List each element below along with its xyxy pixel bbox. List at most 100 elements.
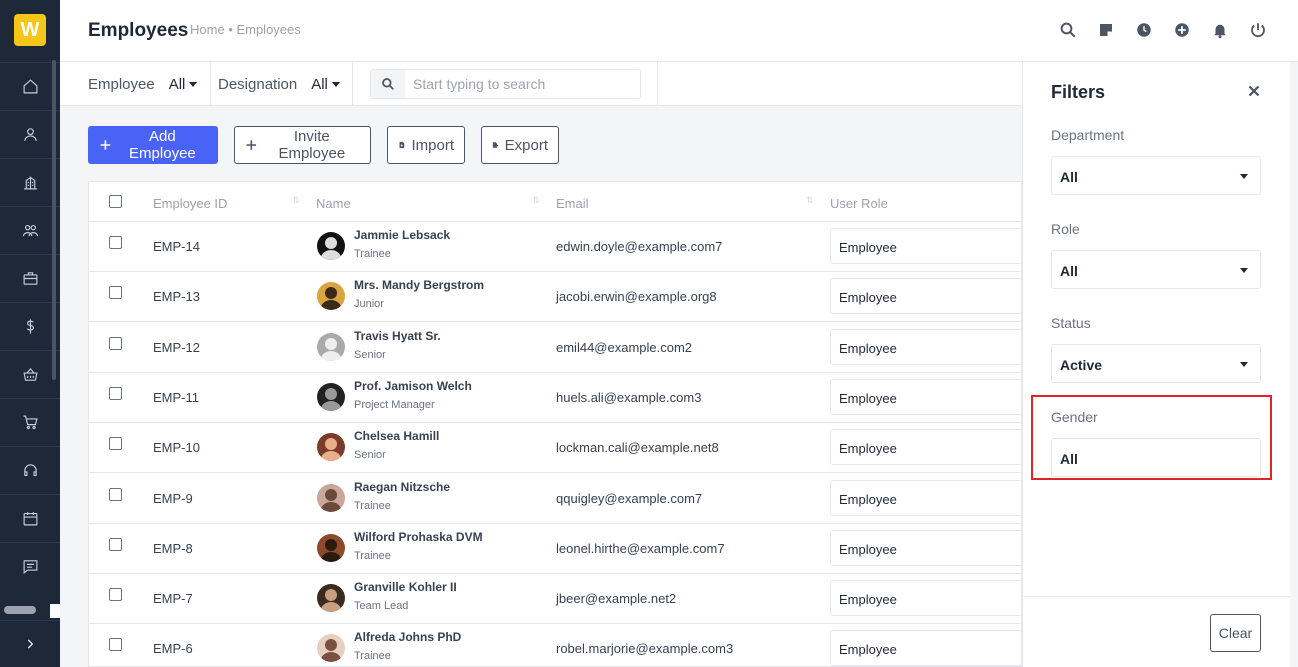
sort-icon[interactable]: ⇅: [292, 195, 300, 206]
sidebar-item-calendar[interactable]: [0, 494, 60, 542]
row-checkbox[interactable]: [109, 588, 122, 602]
sidebar-item-profile[interactable]: [0, 110, 60, 158]
row-checkbox[interactable]: [109, 286, 122, 300]
table-row[interactable]: EMP-8 Wilford Prohaska DVM Trainee leonel.h…: [89, 524, 1021, 574]
row-checkbox[interactable]: [109, 437, 122, 451]
column-header-employee-id[interactable]: Employee ID: [153, 196, 227, 211]
close-icon[interactable]: [1245, 82, 1263, 100]
row-checkbox[interactable]: [109, 386, 122, 400]
row-checkbox[interactable]: [109, 487, 122, 501]
employee-name[interactable]: Prof. Jamison Welch: [354, 379, 472, 393]
table-row[interactable]: EMP-6 Alfreda Johns PhD Trainee robel.marjo…: [89, 624, 1021, 666]
sidebar-item-employees[interactable]: [0, 206, 60, 254]
sidebar-horizontal-scrollbar[interactable]: [4, 606, 36, 614]
employee-filter[interactable]: Employee All: [88, 62, 198, 106]
sidebar-item-finance[interactable]: [0, 302, 60, 350]
user-role-select[interactable]: Employee: [830, 228, 1021, 264]
cart-icon: [22, 415, 38, 430]
sidebar-item-projects[interactable]: [0, 254, 60, 302]
sort-icon[interactable]: ⇅: [532, 195, 540, 206]
employee-name[interactable]: Wilford Prohaska DVM: [354, 530, 483, 544]
header-notifications-button[interactable]: [1210, 20, 1230, 40]
status-label: Status: [1051, 315, 1091, 331]
user-role-select[interactable]: Employee: [830, 278, 1021, 315]
row-checkbox[interactable]: [109, 638, 122, 652]
user-role-select[interactable]: Employee: [830, 529, 1021, 566]
chevron-down-icon: [1240, 174, 1248, 179]
employee-designation: Junior: [354, 298, 384, 311]
user-role-select[interactable]: Employee: [830, 429, 1021, 466]
sidebar-item-orders[interactable]: [0, 350, 60, 398]
calendar-icon: [23, 512, 37, 526]
power-icon: [1251, 23, 1265, 38]
sidebar-item-support[interactable]: [0, 446, 60, 494]
row-checkbox[interactable]: [109, 537, 122, 551]
employee-filter-value[interactable]: All: [169, 76, 186, 93]
invite-employee-label: Invite Employee: [278, 128, 346, 162]
role-select[interactable]: All: [1051, 250, 1261, 289]
search-input[interactable]: [405, 70, 640, 98]
employee-name[interactable]: Jammie Lebsack: [354, 228, 450, 242]
table-row[interactable]: EMP-13 Mrs. Mandy Bergstrom Junior jacobi.e…: [89, 272, 1021, 323]
home-icon: [23, 79, 37, 94]
employee-id: EMP-14: [153, 239, 200, 254]
row-checkbox[interactable]: [109, 236, 122, 249]
sticky-note-icon: [1100, 24, 1112, 36]
sidebar-item-home[interactable]: [0, 62, 60, 110]
add-employee-button[interactable]: Add Employee: [88, 126, 218, 164]
employee-name[interactable]: Raegan Nitzsche: [354, 480, 450, 494]
row-checkbox[interactable]: [109, 336, 122, 350]
table-row[interactable]: EMP-7 Granville Kohler II Team Lead jbeer@e…: [89, 574, 1021, 625]
column-header-email[interactable]: Email: [556, 196, 589, 211]
plus-icon: [100, 140, 111, 150]
table-row[interactable]: EMP-14 Jammie Lebsack Trainee edwin.doyle@e…: [89, 222, 1021, 272]
gender-select[interactable]: All: [1051, 438, 1261, 477]
user-role-select[interactable]: Employee: [830, 479, 1021, 516]
sort-icon[interactable]: ⇅: [806, 195, 814, 206]
table-row[interactable]: EMP-12 Travis Hyatt Sr. Senior emil44@examp…: [89, 323, 1021, 373]
sidebar-item-company[interactable]: [0, 158, 60, 206]
import-button[interactable]: Import: [387, 126, 465, 164]
sidebar-item-messages[interactable]: [0, 542, 60, 590]
sidebar-item-cart[interactable]: [0, 398, 60, 446]
header-add-button[interactable]: [1172, 20, 1192, 40]
employee-email: huels.ali@example.com3: [556, 389, 702, 405]
filter-divider: [210, 62, 211, 106]
select-all-checkbox[interactable]: [109, 195, 122, 208]
employee-filter-label: Employee: [88, 75, 155, 93]
sidebar-expand-button[interactable]: [0, 620, 60, 667]
employee-name[interactable]: Granville Kohler II: [354, 580, 457, 594]
filter-bar: Employee All Designation All: [60, 62, 1022, 106]
sidebar-scrollbar[interactable]: [52, 60, 56, 380]
export-button[interactable]: Export: [481, 126, 559, 164]
header-notes-button[interactable]: [1096, 20, 1116, 40]
header-clock-button[interactable]: [1134, 20, 1154, 40]
designation-filter-value[interactable]: All: [311, 76, 328, 93]
app-logo[interactable]: W: [14, 14, 46, 46]
page-scrollbar[interactable]: [1290, 62, 1298, 667]
employee-name[interactable]: Mrs. Mandy Bergstrom: [354, 278, 484, 292]
user-role-select[interactable]: Employee: [830, 328, 1021, 365]
header-search-button[interactable]: [1058, 20, 1078, 40]
employee-id: EMP-7: [153, 591, 193, 607]
user-role-select[interactable]: Employee: [830, 580, 1021, 617]
user-role-select[interactable]: Employee: [830, 630, 1021, 666]
breadcrumb: Home • Employees: [190, 22, 301, 37]
header-logout-button[interactable]: [1248, 20, 1268, 40]
table-row[interactable]: EMP-9 Raegan Nitzsche Trainee qquigley@exam…: [89, 474, 1021, 524]
table-row[interactable]: EMP-10 Chelsea Hamill Senior lockman.cali@e…: [89, 423, 1021, 474]
invite-employee-button[interactable]: Invite Employee: [234, 126, 371, 164]
department-select[interactable]: All: [1051, 156, 1261, 195]
department-label: Department: [1051, 127, 1125, 143]
table-row[interactable]: EMP-11 Prof. Jamison Welch Project Manager…: [89, 373, 1021, 423]
status-select[interactable]: Active: [1051, 344, 1261, 383]
employee-name[interactable]: Travis Hyatt Sr.: [354, 329, 441, 343]
employee-id: EMP-9: [153, 490, 193, 506]
column-header-name[interactable]: Name: [316, 196, 351, 211]
clear-filters-button[interactable]: Clear: [1210, 614, 1261, 652]
column-header-user-role[interactable]: User Role: [830, 196, 888, 211]
employee-name[interactable]: Alfreda Johns PhD: [354, 630, 461, 644]
employee-name[interactable]: Chelsea Hamill: [354, 429, 439, 443]
designation-filter[interactable]: Designation All: [218, 62, 340, 106]
user-role-select[interactable]: Employee: [830, 378, 1021, 415]
